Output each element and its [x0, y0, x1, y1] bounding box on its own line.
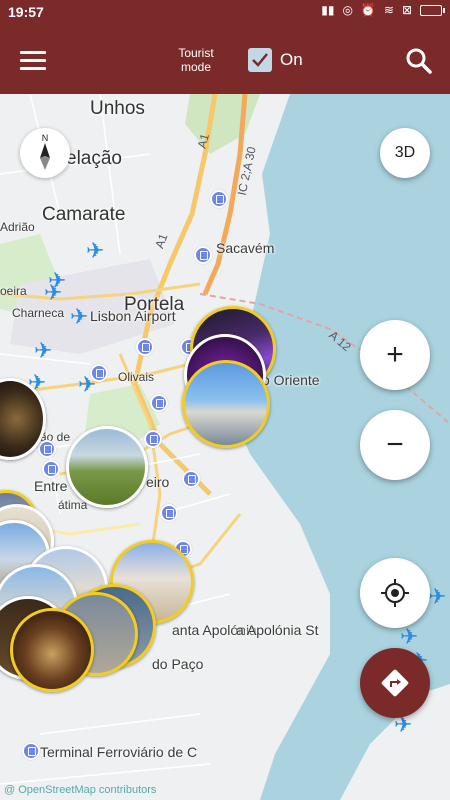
compass-icon[interactable]: N	[20, 128, 70, 178]
airport-icon[interactable]: ✈	[34, 340, 52, 362]
tourist-mode-label: Tourist mode	[178, 46, 214, 74]
location-icon: ◎	[342, 3, 353, 17]
label-oeira: oeira	[0, 284, 27, 298]
3d-label: 3D	[394, 144, 416, 161]
label-do-paco: do Paço	[152, 656, 204, 672]
search-icon[interactable]	[404, 46, 434, 76]
wifi-icon: ≋	[383, 3, 394, 17]
label-apolonia-st: a Apolónia St	[236, 622, 319, 638]
my-location-button[interactable]	[360, 558, 430, 628]
airport-icon[interactable]: ✈	[70, 306, 88, 328]
svg-text:N: N	[42, 133, 49, 143]
status-bar: 19:57 ▮▮ ◎ ⏰ ≋ ⊠	[0, 0, 450, 26]
zoom-in-label: +	[386, 338, 404, 371]
photo-marker[interactable]	[66, 426, 148, 508]
map-view[interactable]: Unhos elação Camarate Adrião Sacavém oei…	[0, 94, 450, 800]
no-sim-icon: ⊠	[401, 3, 412, 17]
label-terminal: Terminal Ferroviário de C	[40, 744, 198, 760]
directions-icon	[381, 669, 409, 697]
station-pin[interactable]	[22, 742, 40, 760]
station-pin[interactable]	[182, 470, 200, 488]
label-oriente: o Oriente	[262, 372, 320, 388]
station-pin[interactable]	[150, 394, 168, 412]
battery-icon	[420, 4, 445, 16]
label-camarate: Camarate	[42, 204, 126, 225]
status-icons: ▮▮ ◎ ⏰ ≋ ⊠	[321, 3, 445, 17]
airport-icon[interactable]: ✈	[44, 282, 62, 304]
label-lisbon-airport: Lisbon Airport	[90, 308, 176, 324]
zoom-out-button[interactable]: −	[360, 410, 430, 480]
zoom-in-button[interactable]: +	[360, 320, 430, 390]
label-charneca: Charneca	[12, 306, 65, 320]
station-pin[interactable]	[144, 430, 162, 448]
alarm-icon: ⏰	[360, 3, 376, 17]
tourist-mode-checkbox[interactable]	[248, 48, 272, 72]
zoom-out-label: −	[386, 428, 404, 461]
station-pin[interactable]	[160, 504, 178, 522]
station-pin[interactable]	[38, 440, 56, 458]
station-pin[interactable]	[210, 190, 228, 208]
label-unhos: Unhos	[90, 98, 145, 119]
station-pin[interactable]	[90, 364, 108, 382]
label-entre: Entre	[34, 478, 68, 494]
label-relacao: elação	[66, 148, 122, 169]
station-pin[interactable]	[42, 460, 60, 478]
menu-icon[interactable]	[18, 46, 48, 74]
3d-toggle-button[interactable]: 3D	[380, 128, 430, 178]
label-eiro: eiro	[146, 474, 170, 490]
airport-icon[interactable]: ✈	[400, 626, 418, 648]
photo-marker[interactable]	[10, 608, 94, 692]
station-pin[interactable]	[194, 246, 212, 264]
airport-icon[interactable]: ✈	[86, 240, 104, 262]
label-sacavem: Sacavém	[216, 240, 275, 256]
tourist-mode-state: On	[280, 50, 303, 69]
check-icon	[252, 53, 268, 67]
label-adriao: Adrião	[0, 220, 35, 234]
app-bar: Tourist mode On	[0, 26, 450, 94]
crosshair-icon	[381, 579, 409, 607]
station-pin[interactable]	[136, 338, 154, 356]
signal-icon: ▮▮	[321, 3, 335, 17]
airport-icon[interactable]: ✈	[428, 586, 446, 608]
status-time: 19:57	[8, 4, 44, 20]
map-attribution[interactable]: @ OpenStreetMap contributors	[4, 784, 156, 796]
photo-marker[interactable]	[182, 360, 270, 448]
directions-button[interactable]	[360, 648, 430, 718]
label-olivais: Olivais	[118, 370, 155, 384]
